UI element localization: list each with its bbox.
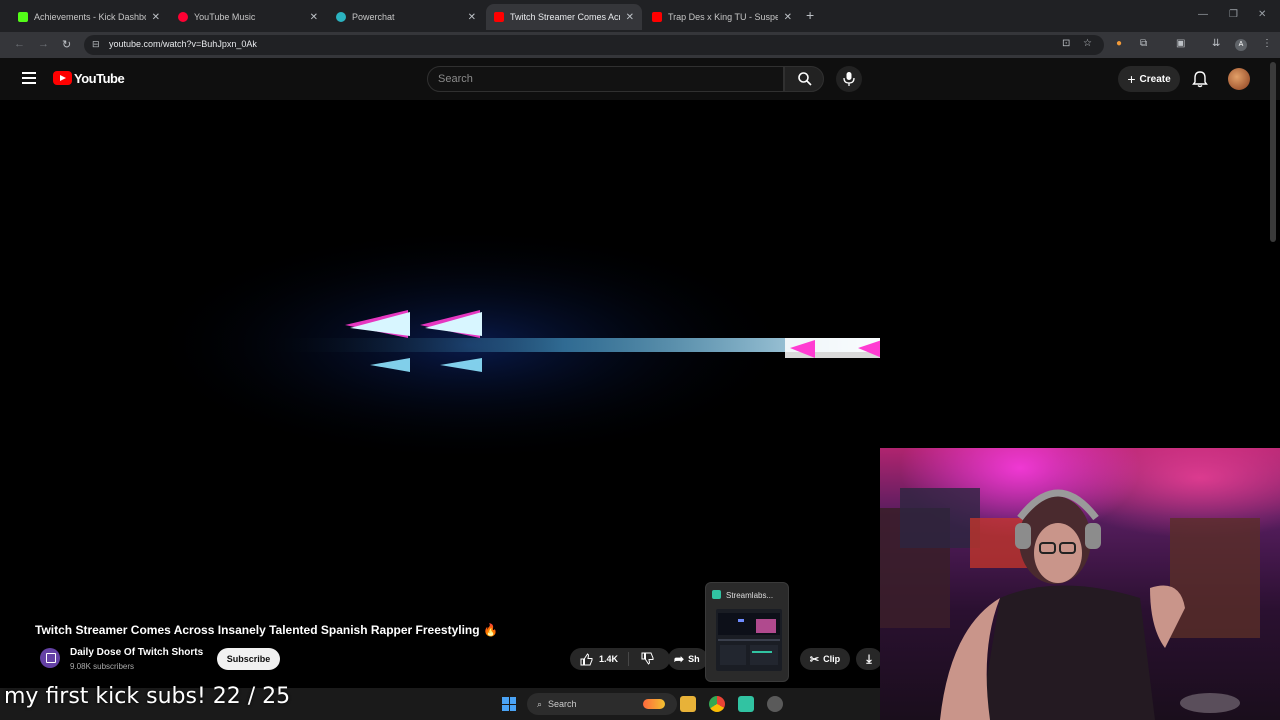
close-icon[interactable]: ✕ bbox=[626, 12, 634, 23]
powerchat-icon bbox=[336, 12, 346, 22]
close-icon[interactable]: ✕ bbox=[152, 12, 160, 23]
scissors-icon: ✂ bbox=[809, 653, 820, 666]
sub-goal-overlay: my first kick subs! 22 / 25 bbox=[4, 684, 291, 709]
streamlabs-icon[interactable] bbox=[738, 696, 754, 712]
webcam-overlay bbox=[880, 448, 1280, 720]
tab-youtube-music[interactable]: YouTube Music ✕ bbox=[170, 4, 326, 30]
extension-icon[interactable]: ● bbox=[1116, 38, 1122, 49]
account-avatar[interactable] bbox=[1228, 68, 1250, 90]
video-title-text: Twitch Streamer Comes Across Insanely Ta… bbox=[35, 623, 480, 637]
channel-avatar-twitch-icon[interactable] bbox=[40, 648, 60, 668]
maximize-icon[interactable]: ❐ bbox=[1229, 9, 1238, 20]
youtube-logo-icon[interactable] bbox=[53, 71, 72, 85]
youtube-music-icon bbox=[178, 12, 188, 22]
channel-name[interactable]: Daily Dose Of Twitch Shorts bbox=[70, 647, 203, 658]
profile-icon[interactable]: A bbox=[1235, 39, 1247, 51]
search-button[interactable] bbox=[784, 66, 824, 92]
youtube-logo-text[interactable]: YouTube bbox=[74, 71, 125, 86]
webcam-streamer-image bbox=[880, 488, 1260, 720]
reload-icon[interactable]: ↻ bbox=[62, 38, 71, 51]
screen: { "browser": { "tabs": [ {"label": "Achi… bbox=[0, 0, 1280, 720]
youtube-icon bbox=[494, 12, 504, 22]
search-highlight-icon bbox=[643, 699, 665, 709]
new-tab-icon[interactable]: + bbox=[806, 8, 814, 22]
video-player[interactable] bbox=[0, 100, 880, 610]
tab-label: YouTube Music bbox=[194, 12, 256, 22]
chrome-icon[interactable] bbox=[709, 696, 725, 712]
close-icon[interactable]: ✕ bbox=[468, 12, 476, 23]
bell-icon bbox=[1192, 71, 1208, 88]
youtube-icon bbox=[652, 12, 662, 22]
taskbar-search[interactable]: ⌕ Search bbox=[527, 693, 677, 715]
download-icon: ⤓ bbox=[866, 651, 872, 666]
youtube-header: YouTube + Create bbox=[0, 58, 1280, 100]
close-icon[interactable]: ✕ bbox=[310, 12, 318, 23]
video-title: Twitch Streamer Comes Across Insanely Ta… bbox=[35, 623, 498, 637]
create-label: Create bbox=[1139, 73, 1171, 85]
downloads-icon[interactable]: ⇊ bbox=[1212, 38, 1220, 49]
windows-start-icon[interactable] bbox=[502, 697, 516, 711]
tab-label: Twitch Streamer Comes Across bbox=[510, 12, 620, 22]
back-icon[interactable]: ← bbox=[14, 38, 25, 50]
subscriber-count: 9.08K subscribers bbox=[70, 662, 135, 671]
thumbs-up-icon bbox=[580, 652, 593, 665]
address-bar[interactable]: ⊟ youtube.com/watch?v=BuhJpxn_0Ak bbox=[84, 35, 1104, 55]
like-dislike-group: 1.4K bbox=[570, 648, 670, 670]
search-icon: ⌕ bbox=[537, 698, 543, 709]
preview-title: Streamlabs... bbox=[726, 591, 774, 600]
install-app-icon[interactable]: ⊡ bbox=[1062, 38, 1070, 49]
browser-toolbar: ← → ↻ ⊟ youtube.com/watch?v=BuhJpxn_0Ak … bbox=[0, 32, 1280, 58]
search-icon bbox=[798, 72, 812, 86]
download-button[interactable]: ⤓ bbox=[856, 648, 882, 670]
fire-emoji: 🔥 bbox=[482, 623, 498, 637]
tab-kick-dashboard[interactable]: Achievements - Kick Dashboard ✕ bbox=[10, 4, 168, 30]
kick-icon bbox=[18, 12, 28, 22]
tab-powerchat[interactable]: Powerchat ✕ bbox=[328, 4, 484, 30]
tab-label: Powerchat bbox=[352, 12, 395, 22]
preview-thumbnail-graphic bbox=[718, 613, 780, 665]
search-box bbox=[427, 66, 784, 92]
tab-label: Trap Des x King TU - Suspect | S bbox=[668, 12, 778, 22]
settings-gear-icon[interactable] bbox=[767, 696, 783, 712]
browser-tab-strip: Achievements - Kick Dashboard ✕ YouTube … bbox=[0, 0, 1280, 32]
share-label: Sh bbox=[688, 654, 700, 664]
bookmark-star-icon[interactable]: ☆ bbox=[1083, 38, 1092, 49]
minimize-icon[interactable]: — bbox=[1198, 9, 1208, 20]
window-close-icon[interactable]: ✕ bbox=[1258, 9, 1266, 20]
create-button[interactable]: + Create bbox=[1118, 66, 1180, 92]
site-info-icon[interactable]: ⊟ bbox=[92, 39, 100, 50]
streamlabs-icon bbox=[712, 590, 721, 599]
preview-thumbnail[interactable] bbox=[716, 609, 782, 671]
close-icon[interactable]: ✕ bbox=[784, 12, 792, 23]
page-scrollbar[interactable] bbox=[1270, 62, 1276, 242]
clip-label: Clip bbox=[823, 654, 841, 664]
url-text[interactable]: youtube.com/watch?v=BuhJpxn_0Ak bbox=[109, 39, 257, 49]
hamburger-menu-icon[interactable] bbox=[22, 72, 36, 84]
like-count: 1.4K bbox=[599, 654, 619, 664]
taskbar-search-label: Search bbox=[548, 699, 577, 709]
voice-search-button[interactable] bbox=[836, 66, 862, 92]
plus-icon: + bbox=[1127, 71, 1136, 87]
video-frame-rewind-graphic bbox=[140, 225, 880, 465]
browser-menu-icon[interactable]: ⋮ bbox=[1262, 38, 1272, 49]
thumbs-down-icon bbox=[641, 652, 654, 665]
share-button[interactable]: ➦ Sh bbox=[668, 648, 708, 670]
search-input[interactable] bbox=[438, 73, 758, 85]
side-panel-icon[interactable]: ▣ bbox=[1176, 38, 1185, 49]
microphone-icon bbox=[843, 72, 855, 86]
dislike-button[interactable] bbox=[629, 652, 666, 667]
share-icon: ➦ bbox=[674, 652, 685, 666]
file-explorer-icon[interactable] bbox=[680, 696, 696, 712]
extensions-puzzle-icon[interactable]: ⧉ bbox=[1140, 38, 1147, 49]
forward-icon[interactable]: → bbox=[38, 38, 49, 50]
subscribe-button[interactable]: Subscribe bbox=[217, 648, 280, 670]
tab-label: Achievements - Kick Dashboard bbox=[34, 12, 146, 22]
tab-trap-des-king-tu[interactable]: Trap Des x King TU - Suspect | S ✕ bbox=[644, 4, 800, 30]
tab-twitch-streamer-video[interactable]: Twitch Streamer Comes Across ✕ bbox=[486, 4, 642, 30]
taskbar-window-preview[interactable]: Streamlabs... bbox=[705, 582, 789, 682]
like-button[interactable]: 1.4K bbox=[570, 652, 630, 666]
notifications-button[interactable] bbox=[1192, 70, 1208, 93]
clip-button[interactable]: ✂ Clip bbox=[800, 648, 850, 670]
